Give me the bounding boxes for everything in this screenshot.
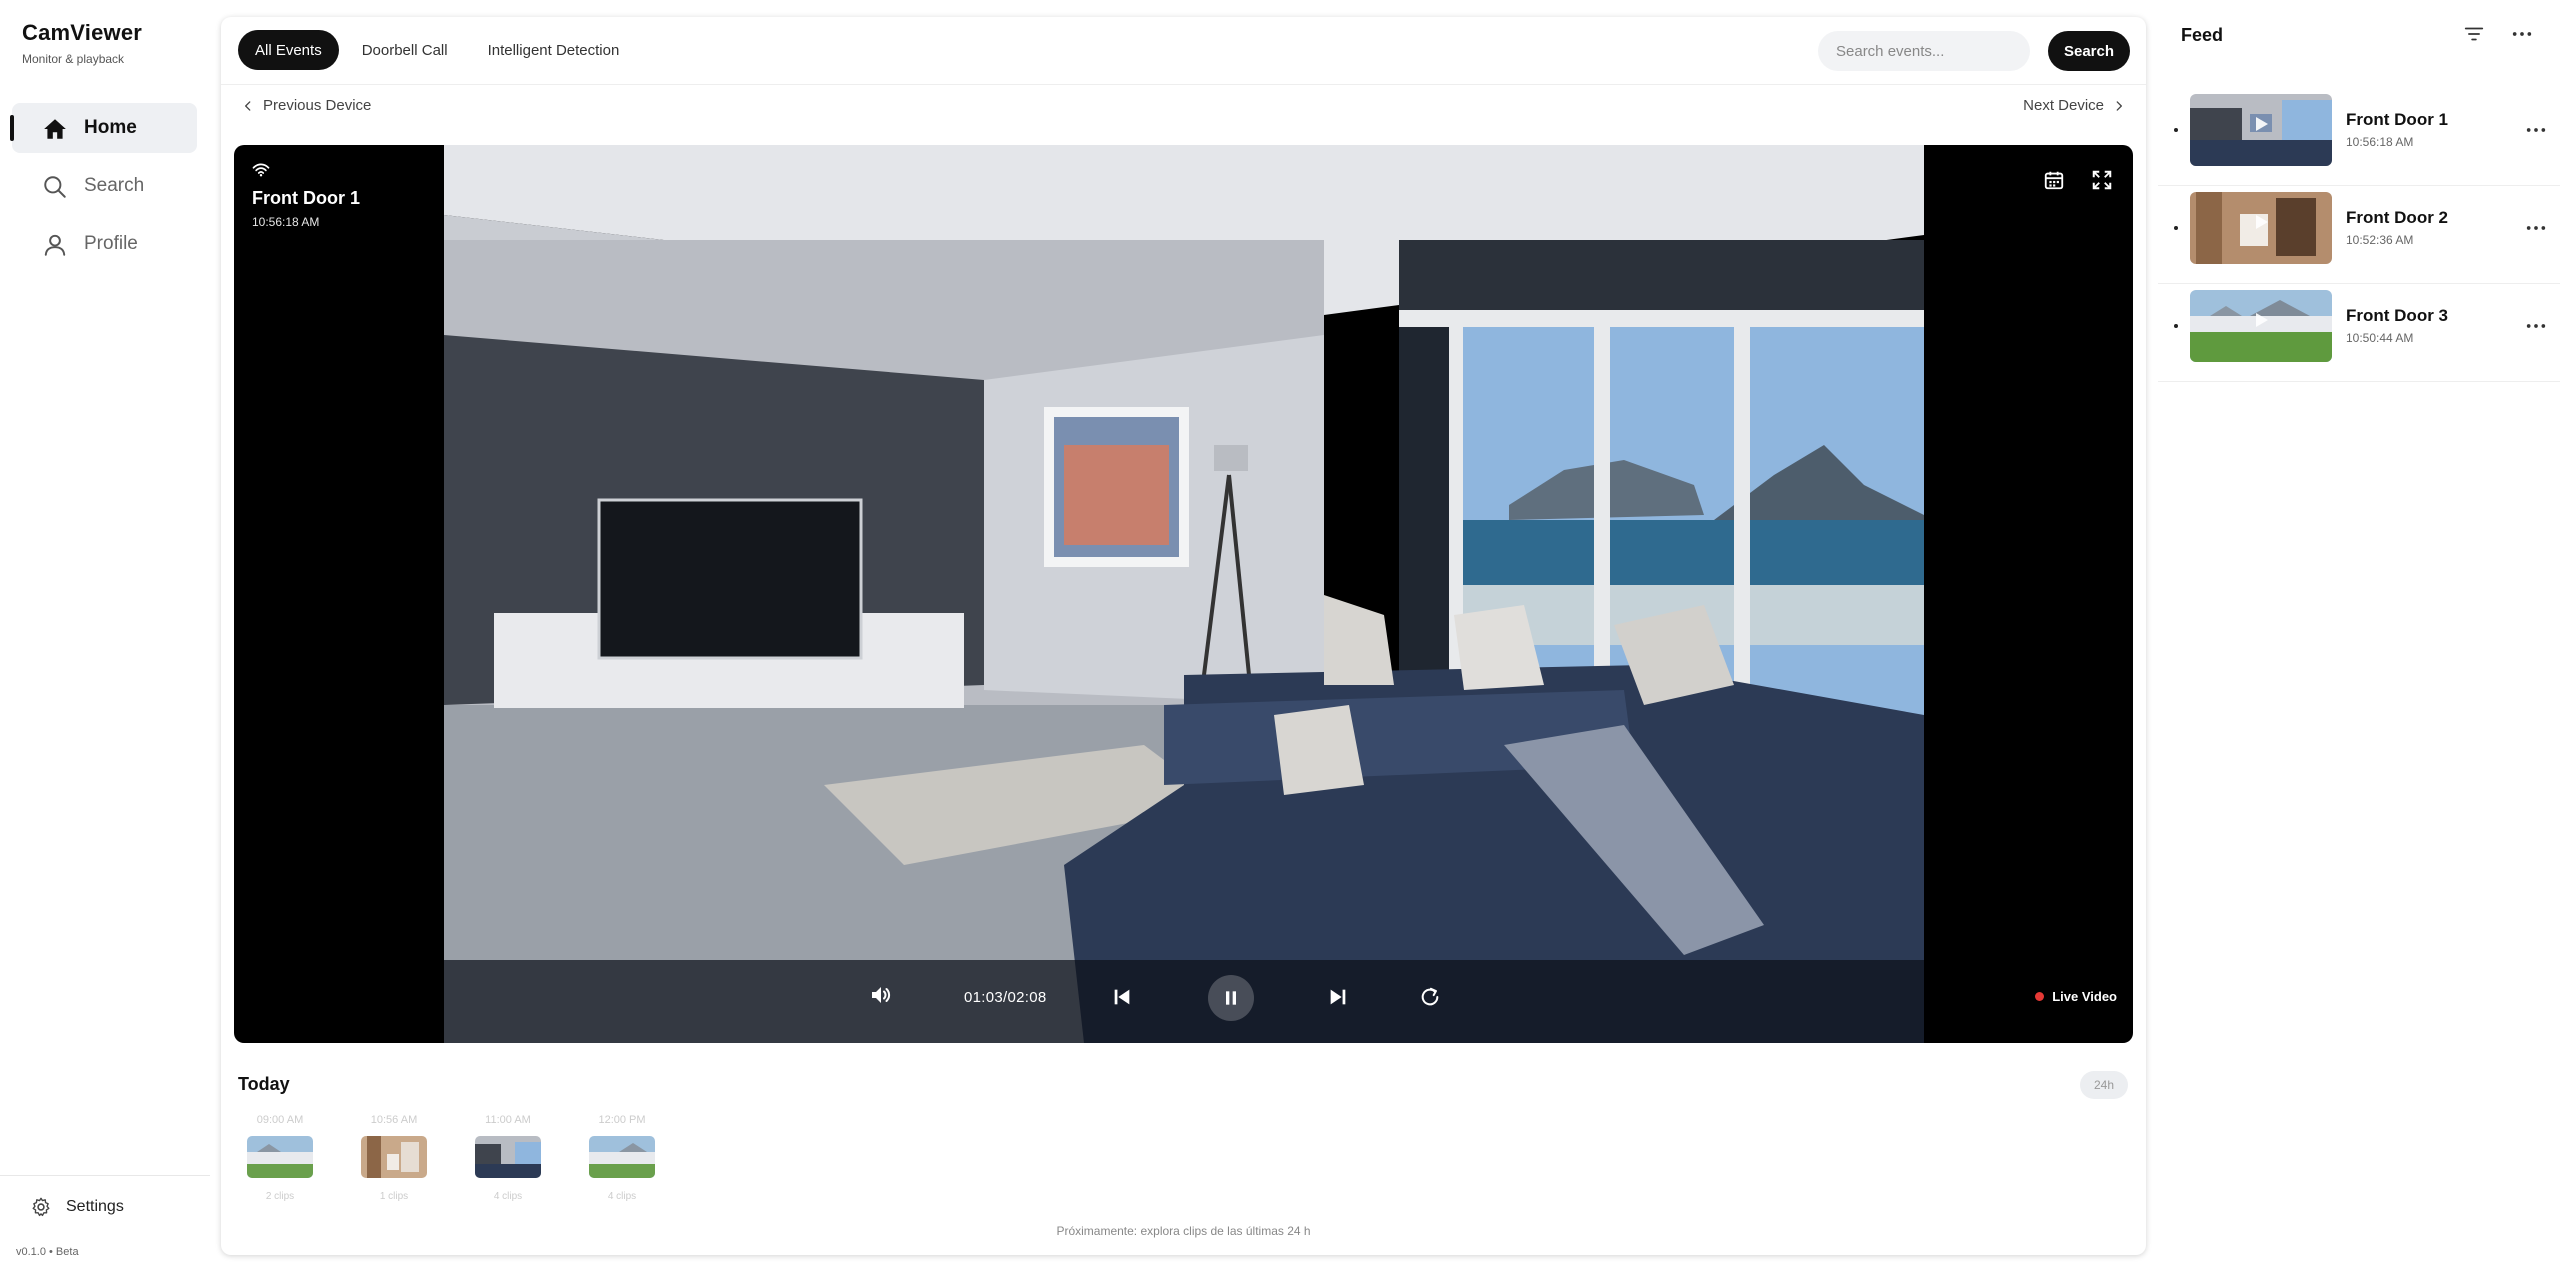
chevron-right-icon bbox=[2116, 100, 2122, 111]
sidebar-item-home[interactable]: Home bbox=[10, 103, 197, 153]
search-icon bbox=[44, 176, 66, 198]
live-dot bbox=[2035, 992, 2045, 1001]
fullscreen-icon[interactable] bbox=[2091, 169, 2113, 191]
search-button[interactable]: Search bbox=[2048, 31, 2130, 71]
tab-intelligent-detection[interactable]: Intelligent Detection bbox=[471, 30, 637, 70]
play-icon bbox=[2256, 313, 2268, 327]
settings-label: Settings bbox=[66, 1198, 124, 1215]
timeline-slot[interactable]: 12:00 PM 4 clips bbox=[587, 1114, 657, 1202]
sidebar-item-label: Profile bbox=[84, 233, 138, 254]
pause-button[interactable] bbox=[1208, 975, 1254, 1021]
timeline-slot[interactable]: 09:00 AM 2 clips bbox=[245, 1114, 315, 1202]
timeline-slot[interactable]: 10:56 AM 1 clips bbox=[359, 1114, 429, 1202]
feed-item-time: 10:50:44 AM bbox=[2346, 331, 2414, 345]
feed-panel: Feed Front Door 1 10:56:18 AM Front Door… bbox=[2158, 0, 2560, 1270]
feed-item-time: 10:56:18 AM bbox=[2346, 135, 2414, 149]
item-menu-icon[interactable] bbox=[2525, 316, 2547, 336]
feed-item[interactable]: Front Door 1 10:56:18 AM bbox=[2158, 88, 2560, 186]
next-device-label: Next Device bbox=[2023, 97, 2104, 114]
slot-count: 4 clips bbox=[493, 1191, 523, 1202]
search-input[interactable] bbox=[1818, 31, 2030, 71]
playback-timecode: 01:03/02:08 bbox=[964, 989, 1047, 1006]
slot-count: 1 clips bbox=[379, 1191, 409, 1202]
previous-device-label: Previous Device bbox=[263, 97, 372, 114]
camera-overlay: Front Door 1 10:56:18 AM bbox=[252, 163, 360, 229]
device-navigation: Previous Device Next Device bbox=[221, 97, 2146, 127]
main-panel: All Events Doorbell Call Intelligent Det… bbox=[221, 17, 2146, 1255]
item-menu-icon[interactable] bbox=[2525, 120, 2547, 140]
camera-time: 10:56:18 AM bbox=[252, 215, 320, 229]
skip-previous-icon[interactable] bbox=[1111, 986, 1133, 1008]
feed-item-name: Front Door 2 bbox=[2346, 208, 2448, 227]
pause-icon bbox=[1226, 991, 1236, 1005]
slot-count: 4 clips bbox=[607, 1191, 637, 1202]
feed-item-time: 10:52:36 AM bbox=[2346, 233, 2414, 247]
skip-next-icon[interactable] bbox=[1327, 986, 1349, 1008]
app-title: CamViewer bbox=[22, 20, 143, 45]
settings-button[interactable]: Settings bbox=[30, 1196, 124, 1218]
slot-thumbnail bbox=[475, 1136, 541, 1178]
sidebar-nav: Home Search Profile bbox=[10, 103, 197, 277]
timeline-heading: Today bbox=[238, 1074, 290, 1094]
gear-icon bbox=[32, 1197, 50, 1217]
previous-device-button[interactable]: Previous Device bbox=[241, 97, 371, 114]
timeline-slot[interactable]: 11:00 AM 4 clips bbox=[473, 1114, 543, 1202]
version-label: v0.1.0 • Beta bbox=[16, 1246, 79, 1258]
slot-thumbnail bbox=[247, 1136, 313, 1178]
slot-time: 10:56 AM bbox=[370, 1114, 418, 1126]
coming-soon-note: Próximamente: explora clips de las últim… bbox=[1056, 1224, 1311, 1238]
range-toggle[interactable]: 24h bbox=[2080, 1071, 2128, 1099]
player-top-actions bbox=[2017, 169, 2113, 191]
more-options-icon[interactable] bbox=[2511, 24, 2533, 44]
user-icon bbox=[44, 234, 66, 256]
next-device-button[interactable]: Next Device bbox=[2023, 97, 2126, 114]
tab-all-events[interactable]: All Events bbox=[238, 30, 339, 70]
volume-icon[interactable] bbox=[869, 983, 893, 1007]
feed-item[interactable]: Front Door 2 10:52:36 AM bbox=[2158, 186, 2560, 284]
timeline-slots: 09:00 AM 2 clips 10:56 AM 1 clips 11:00 … bbox=[245, 1114, 701, 1202]
slot-thumbnail bbox=[589, 1136, 655, 1178]
feed-list: Front Door 1 10:56:18 AM Front Door 2 10… bbox=[2158, 88, 2560, 382]
sidebar-item-profile[interactable]: Profile bbox=[12, 219, 197, 269]
feed-item[interactable]: Front Door 3 10:50:44 AM bbox=[2158, 284, 2560, 382]
sidebar-item-label: Search bbox=[84, 175, 145, 196]
slot-time: 11:00 AM bbox=[485, 1114, 531, 1126]
play-icon bbox=[2256, 117, 2268, 131]
tab-doorbell-call[interactable]: Doorbell Call bbox=[345, 30, 465, 70]
item-menu-icon[interactable] bbox=[2525, 218, 2547, 238]
sidebar-item-label: Home bbox=[84, 117, 137, 138]
video-frame bbox=[444, 145, 1924, 1043]
chevron-left-icon bbox=[245, 100, 251, 111]
app-subtitle: Monitor & playback bbox=[22, 52, 125, 66]
feed-item-name: Front Door 3 bbox=[2346, 306, 2448, 325]
brand: CamViewer Monitor & playback bbox=[22, 20, 142, 66]
sidebar-footer: Settings v0.1.0 • Beta bbox=[0, 1175, 210, 1270]
live-video-indicator[interactable]: Live Video bbox=[2035, 989, 2117, 1004]
home-icon bbox=[44, 119, 66, 139]
replay-icon[interactable] bbox=[1419, 986, 1441, 1008]
video-player[interactable]: Front Door 1 10:56:18 AM 01:03/02:08 Liv… bbox=[234, 145, 2133, 1043]
live-label: Live Video bbox=[2052, 989, 2117, 1004]
camera-name: Front Door 1 bbox=[252, 188, 360, 208]
filter-icon[interactable] bbox=[2463, 24, 2485, 44]
feed-title: Feed bbox=[2181, 25, 2224, 45]
player-controls: 01:03/02:08 bbox=[444, 960, 1924, 1043]
wifi-icon bbox=[252, 163, 270, 177]
slot-count: 2 clips bbox=[265, 1191, 295, 1202]
play-icon bbox=[2256, 215, 2268, 229]
event-tabs: All Events Doorbell Call Intelligent Det… bbox=[238, 30, 642, 70]
slot-thumbnail bbox=[361, 1136, 427, 1178]
feed-item-name: Front Door 1 bbox=[2346, 110, 2448, 129]
slot-time: 12:00 PM bbox=[598, 1114, 646, 1126]
slot-time: 09:00 AM bbox=[256, 1114, 304, 1126]
event-toolbar: All Events Doorbell Call Intelligent Det… bbox=[221, 17, 2146, 85]
sidebar-item-search[interactable]: Search bbox=[12, 161, 197, 211]
calendar-icon[interactable] bbox=[2043, 169, 2065, 191]
sidebar: CamViewer Monitor & playback Home Search… bbox=[0, 0, 210, 1270]
